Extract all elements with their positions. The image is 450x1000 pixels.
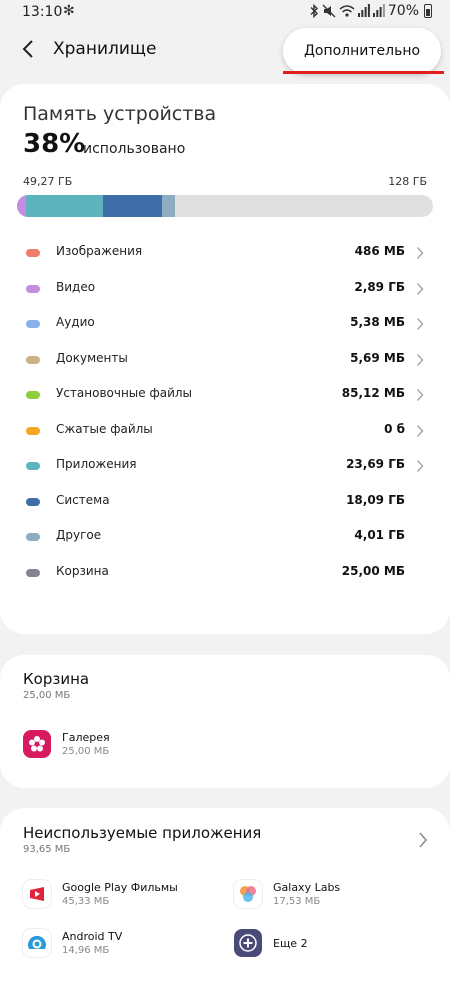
category-value: 25,00 МБ: [341, 563, 405, 578]
chevron-right-icon[interactable]: [416, 317, 424, 331]
more-apps-icon[interactable]: [234, 929, 262, 957]
highlight-underline: [283, 71, 444, 74]
usage-bar: [17, 195, 433, 217]
category-value: 486 МБ: [354, 244, 405, 258]
wifi-icon: [339, 5, 355, 17]
app-name-gallery: Галерея: [62, 731, 110, 744]
category-color-dot: [26, 568, 40, 577]
app-size-play-movies: 45,33 МБ: [62, 896, 110, 907]
usage-segment: [26, 195, 104, 217]
category-value: 5,69 МБ: [350, 350, 405, 365]
category-row[interactable]: Видео 2,89 ГБ: [0, 274, 450, 304]
category-value: 23,69 ГБ: [346, 457, 405, 471]
chevron-right-icon[interactable]: [416, 459, 424, 473]
category-value: 0 б: [384, 421, 405, 436]
category-value: 2,89 ГБ: [354, 279, 405, 294]
category-label: Видео: [56, 279, 96, 294]
fan-icon: ✻: [63, 3, 75, 19]
app-size-gallery: 25,00 МБ: [62, 746, 110, 757]
unused-size: 93,65 МБ: [23, 844, 71, 855]
category-row[interactable]: Документы 5,69 МБ: [0, 345, 450, 375]
category-color-dot: [26, 533, 40, 541]
category-label: Документы: [56, 350, 128, 365]
trash-size: 25,00 МБ: [23, 690, 71, 701]
category-label: Сжатые файлы: [56, 421, 153, 436]
storage-percent: 38%: [23, 129, 86, 159]
more-options-button[interactable]: Дополнительно: [283, 28, 441, 74]
category-value: 85,12 МБ: [341, 386, 405, 400]
category-color-dot: [26, 249, 40, 257]
category-row[interactable]: Сжатые файлы 0 б: [0, 416, 450, 446]
category-label: Изображения: [56, 244, 143, 258]
category-label: Система: [56, 492, 110, 507]
gallery-icon[interactable]: [23, 730, 51, 758]
category-label: Приложения: [56, 457, 137, 471]
chevron-right-icon[interactable]: [416, 424, 424, 438]
trash-card[interactable]: Корзина 25,00 МБ Галерея 25,00 МБ: [0, 655, 450, 788]
storage-title: Память устройства: [23, 103, 217, 125]
category-value: 4,01 ГБ: [354, 528, 405, 542]
top-bar: Хранилище Дополнительно: [0, 26, 450, 74]
category-row[interactable]: Приложения 23,69 ГБ: [0, 451, 450, 481]
category-color-dot: [26, 426, 40, 435]
category-value: 18,09 ГБ: [346, 492, 405, 507]
total-amount: 128 ГБ: [388, 175, 427, 188]
app-name-galaxy-labs: Galaxy Labs: [273, 881, 341, 894]
status-time: 13:10: [22, 4, 63, 20]
signal-icon: [357, 4, 370, 17]
chevron-right-icon[interactable]: [416, 282, 424, 296]
category-value: 5,38 МБ: [350, 315, 405, 329]
galaxy-labs-icon[interactable]: [234, 880, 262, 908]
device-storage-card: Память устройства 38% использовано 49,27…: [0, 84, 450, 634]
bluetooth-icon: [310, 4, 318, 18]
app-size-galaxy-labs: 17,53 МБ: [273, 896, 321, 907]
category-color-dot: [26, 355, 40, 364]
chevron-right-icon[interactable]: [416, 388, 424, 402]
category-label: Установочные файлы: [56, 386, 193, 400]
category-row: Система 18,09 ГБ: [0, 487, 450, 517]
chevron-right-icon[interactable]: [416, 246, 424, 260]
back-arrow-icon[interactable]: [18, 34, 42, 64]
battery-icon: [424, 4, 432, 18]
category-color-dot: [26, 320, 40, 328]
category-color-dot: [26, 462, 40, 470]
category-row: Корзина 25,00 МБ: [0, 558, 450, 588]
unused-title: Неиспользуемые приложения: [23, 824, 262, 842]
category-row: Другое 4,01 ГБ: [0, 522, 450, 552]
chevron-right-icon[interactable]: [416, 353, 424, 367]
status-icons: 70%: [309, 3, 432, 19]
usage-segment: [161, 195, 175, 217]
android-tv-icon[interactable]: [23, 929, 51, 957]
category-row[interactable]: Аудио 5,38 МБ: [0, 309, 450, 339]
storage-used-label: использовано: [83, 141, 186, 157]
play-movies-icon[interactable]: [23, 880, 51, 908]
chevron-right-icon[interactable]: [418, 831, 428, 849]
page-title: Хранилище: [53, 39, 157, 59]
usage-segment: [17, 195, 27, 217]
battery-percent: 70%: [387, 3, 419, 19]
usage-segment: [103, 195, 162, 217]
trash-title: Корзина: [23, 670, 90, 688]
category-color-dot: [26, 284, 40, 293]
category-row[interactable]: Изображения 486 МБ: [0, 238, 450, 268]
app-name-play-movies: Google Play Фильмы: [62, 881, 178, 894]
category-label: Другое: [56, 528, 102, 542]
app-name-more[interactable]: Еще 2: [273, 937, 308, 950]
category-color-dot: [26, 497, 40, 506]
category-color-dot: [26, 391, 40, 399]
unused-apps-card: Неиспользуемые приложения 93,65 МБ Googl…: [0, 808, 450, 1000]
app-name-android-tv: Android TV: [62, 930, 123, 943]
app-size-android-tv: 14,96 МБ: [62, 945, 110, 956]
category-label: Аудио: [56, 315, 95, 329]
signal-icon-2: [372, 4, 385, 17]
status-bar: 13:10 ✻ 70%: [0, 0, 450, 24]
mute-icon: [322, 4, 336, 18]
category-row[interactable]: Установочные файлы 85,12 МБ: [0, 380, 450, 410]
used-amount: 49,27 ГБ: [23, 175, 73, 188]
category-label: Корзина: [56, 563, 109, 578]
